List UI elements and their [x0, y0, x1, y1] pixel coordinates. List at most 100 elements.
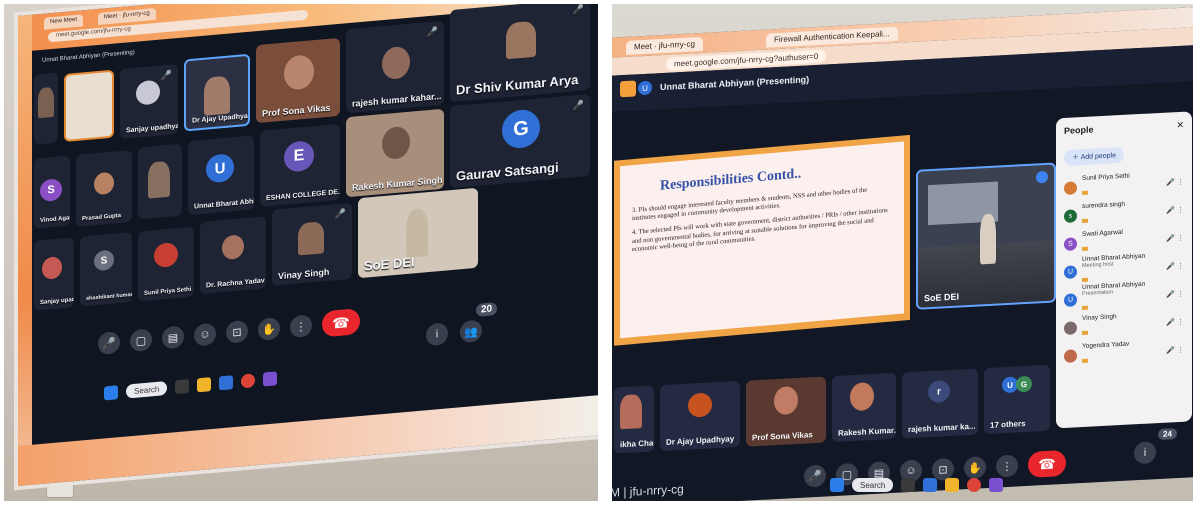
- participant-tile[interactable]: ikha Chau...: [614, 385, 654, 454]
- participant-tile[interactable]: Prof Sona Vikas: [746, 376, 826, 447]
- present-icon[interactable]: ⊡: [226, 319, 248, 344]
- emoji-icon[interactable]: ☺: [194, 322, 216, 347]
- participant-tile[interactable]: S Vinod Agarwal: [34, 155, 70, 229]
- participant-tile[interactable]: Prof Sona Vikas: [256, 37, 340, 124]
- presenter-figure: [980, 213, 996, 265]
- avatar: [1064, 348, 1077, 363]
- avatar: U: [1064, 292, 1077, 307]
- mic-off-icon: 🎤: [426, 26, 438, 38]
- flag-badge-icon: [1082, 190, 1088, 195]
- windows-start-icon[interactable]: [830, 478, 844, 492]
- end-call-button[interactable]: ☎: [322, 308, 360, 338]
- participant-tile[interactable]: Sunil Priya Sethi: [138, 226, 194, 302]
- raise-hand-icon[interactable]: ✋: [258, 317, 280, 342]
- teams-icon[interactable]: [263, 371, 278, 387]
- more-options-icon[interactable]: ⋮: [996, 454, 1018, 478]
- participant-tile[interactable]: Sanjay upadhyay 🎤: [120, 64, 178, 140]
- people-icon[interactable]: 👥: [460, 319, 482, 344]
- participant-tile[interactable]: G Gaurav Satsangi 🎤: [450, 93, 590, 189]
- participant-name: Prof Sona Vikas: [262, 102, 331, 119]
- chrome-icon[interactable]: [241, 373, 256, 389]
- teams-icon[interactable]: [989, 478, 1004, 492]
- participant-tile[interactable]: Sanjay upadhyay: [34, 237, 74, 311]
- edge-icon[interactable]: [923, 478, 938, 492]
- task-view-icon[interactable]: [901, 478, 916, 492]
- participant-tile[interactable]: Dr Shiv Kumar Arya 🎤: [450, 4, 590, 103]
- taskbar-search[interactable]: Search: [852, 478, 894, 492]
- avatar: S: [40, 178, 62, 203]
- others-tile[interactable]: U G 17 others: [984, 364, 1050, 435]
- shared-slide-thumbnail[interactable]: [64, 69, 114, 142]
- meet-logo-icon: [620, 80, 636, 98]
- participant-tile[interactable]: SoE DEI: [358, 187, 478, 279]
- mic-off-icon[interactable]: 🎤 ⋮: [1166, 262, 1184, 271]
- left-photo: New Meet Meet · jfu-nrry-cg meet.google.…: [4, 4, 598, 501]
- avatar: s: [1064, 208, 1077, 223]
- participant-video: [284, 54, 314, 91]
- presenter-tile[interactable]: SoE DEI: [916, 162, 1056, 310]
- participant-tile[interactable]: Rakesh Kumar...: [832, 372, 896, 443]
- mic-off-icon[interactable]: 🎤 ⋮: [1166, 318, 1184, 327]
- edge-icon[interactable]: [219, 375, 234, 391]
- people-list-item[interactable]: Yogendra Yadav 🎤 ⋮: [1064, 336, 1184, 370]
- person-text: Unnat Bharat Abhiyan Presentation: [1082, 279, 1161, 314]
- microphone-icon[interactable]: 🎤: [98, 331, 120, 356]
- participant-name: Unnat Bharat Abhiyan: [194, 197, 254, 211]
- person-text: Sunil Priya Sethi: [1082, 170, 1161, 199]
- info-icon[interactable]: i: [1134, 441, 1156, 465]
- end-call-button[interactable]: ☎: [1028, 449, 1066, 478]
- mic-off-icon[interactable]: 🎤 ⋮: [1166, 346, 1184, 355]
- task-view-icon[interactable]: [175, 379, 190, 395]
- windows-start-icon[interactable]: [104, 385, 118, 401]
- microphone-icon[interactable]: 🎤: [804, 464, 826, 488]
- info-icon[interactable]: i: [426, 322, 448, 347]
- mic-off-icon[interactable]: 🎤 ⋮: [1166, 178, 1184, 187]
- file-explorer-icon[interactable]: [945, 478, 960, 492]
- participant-tile[interactable]: rajesh kumar kahar... 🎤: [346, 20, 444, 114]
- participant-tile[interactable]: U Unnat Bharat Abhiyan: [188, 135, 254, 216]
- more-options-icon[interactable]: ⋮: [290, 314, 312, 339]
- mic-off-icon: 🎤: [572, 4, 584, 15]
- taskbar-search[interactable]: Search: [126, 380, 168, 399]
- participant-tile[interactable]: r rajesh kumar ka...: [902, 368, 978, 439]
- participant-name: Vinod Agarwal: [40, 214, 70, 225]
- camera-icon[interactable]: ▢: [130, 328, 152, 353]
- raise-hand-icon[interactable]: ✋: [964, 456, 986, 480]
- participant-tile[interactable]: Dr Ajay Upadhyay: [184, 53, 250, 132]
- participant-name: Gaurav Satsangi: [456, 159, 559, 184]
- file-explorer-icon[interactable]: [197, 377, 212, 393]
- avatar: U: [206, 153, 234, 184]
- participant-name: Dr Ajay Upadhyay: [666, 434, 735, 447]
- participant-tile[interactable]: Dr. Rachna Yadav: [200, 216, 266, 295]
- avatar: S: [1064, 236, 1077, 251]
- participant-tile[interactable]: Rakesh Kumar Singh: [346, 108, 444, 198]
- add-people-button[interactable]: ＋ Add people: [1064, 146, 1124, 166]
- mic-off-icon[interactable]: 🎤 ⋮: [1166, 206, 1184, 215]
- participant-count-badge: 24: [1158, 428, 1177, 441]
- avatar: U: [1064, 264, 1077, 279]
- person-text: Vinay Singh: [1082, 310, 1161, 339]
- chrome-icon[interactable]: [967, 478, 982, 492]
- person-text: Yogendra Yadav: [1082, 338, 1161, 367]
- participant-name: Rakesh Kumar...: [838, 425, 896, 438]
- mic-off-icon[interactable]: 🎤 ⋮: [1166, 234, 1184, 243]
- tv-screen-left: New Meet Meet · jfu-nrry-cg meet.google.…: [18, 4, 598, 487]
- participant-tile[interactable]: Vinay Singh 🎤: [272, 202, 352, 286]
- mic-off-icon[interactable]: 🎤 ⋮: [1166, 290, 1184, 299]
- participant-tile[interactable]: Prasad Gupta: [76, 150, 132, 227]
- participant-video: [38, 86, 54, 119]
- close-icon[interactable]: ✕: [1176, 120, 1184, 131]
- participant-name: Prof Sona Vikas: [752, 430, 813, 443]
- participant-tile[interactable]: Dr Ajay Upadhyay: [660, 380, 740, 452]
- participant-video: [154, 242, 178, 269]
- mic-off-icon: 🎤: [160, 69, 172, 81]
- participant-video: [382, 45, 410, 81]
- people-panel-title: People: [1064, 124, 1094, 136]
- captions-icon[interactable]: ▤: [162, 325, 184, 350]
- participant-tile[interactable]: S shashikant kumar: [80, 232, 132, 307]
- participant-name: Dr Shiv Kumar Arya: [456, 71, 579, 98]
- participant-tile[interactable]: [138, 143, 182, 220]
- participant-name: SoE DEI: [364, 254, 415, 274]
- participant-tile[interactable]: [34, 72, 58, 145]
- participant-tile[interactable]: E ESHAN COLLEGE DE...: [260, 123, 340, 207]
